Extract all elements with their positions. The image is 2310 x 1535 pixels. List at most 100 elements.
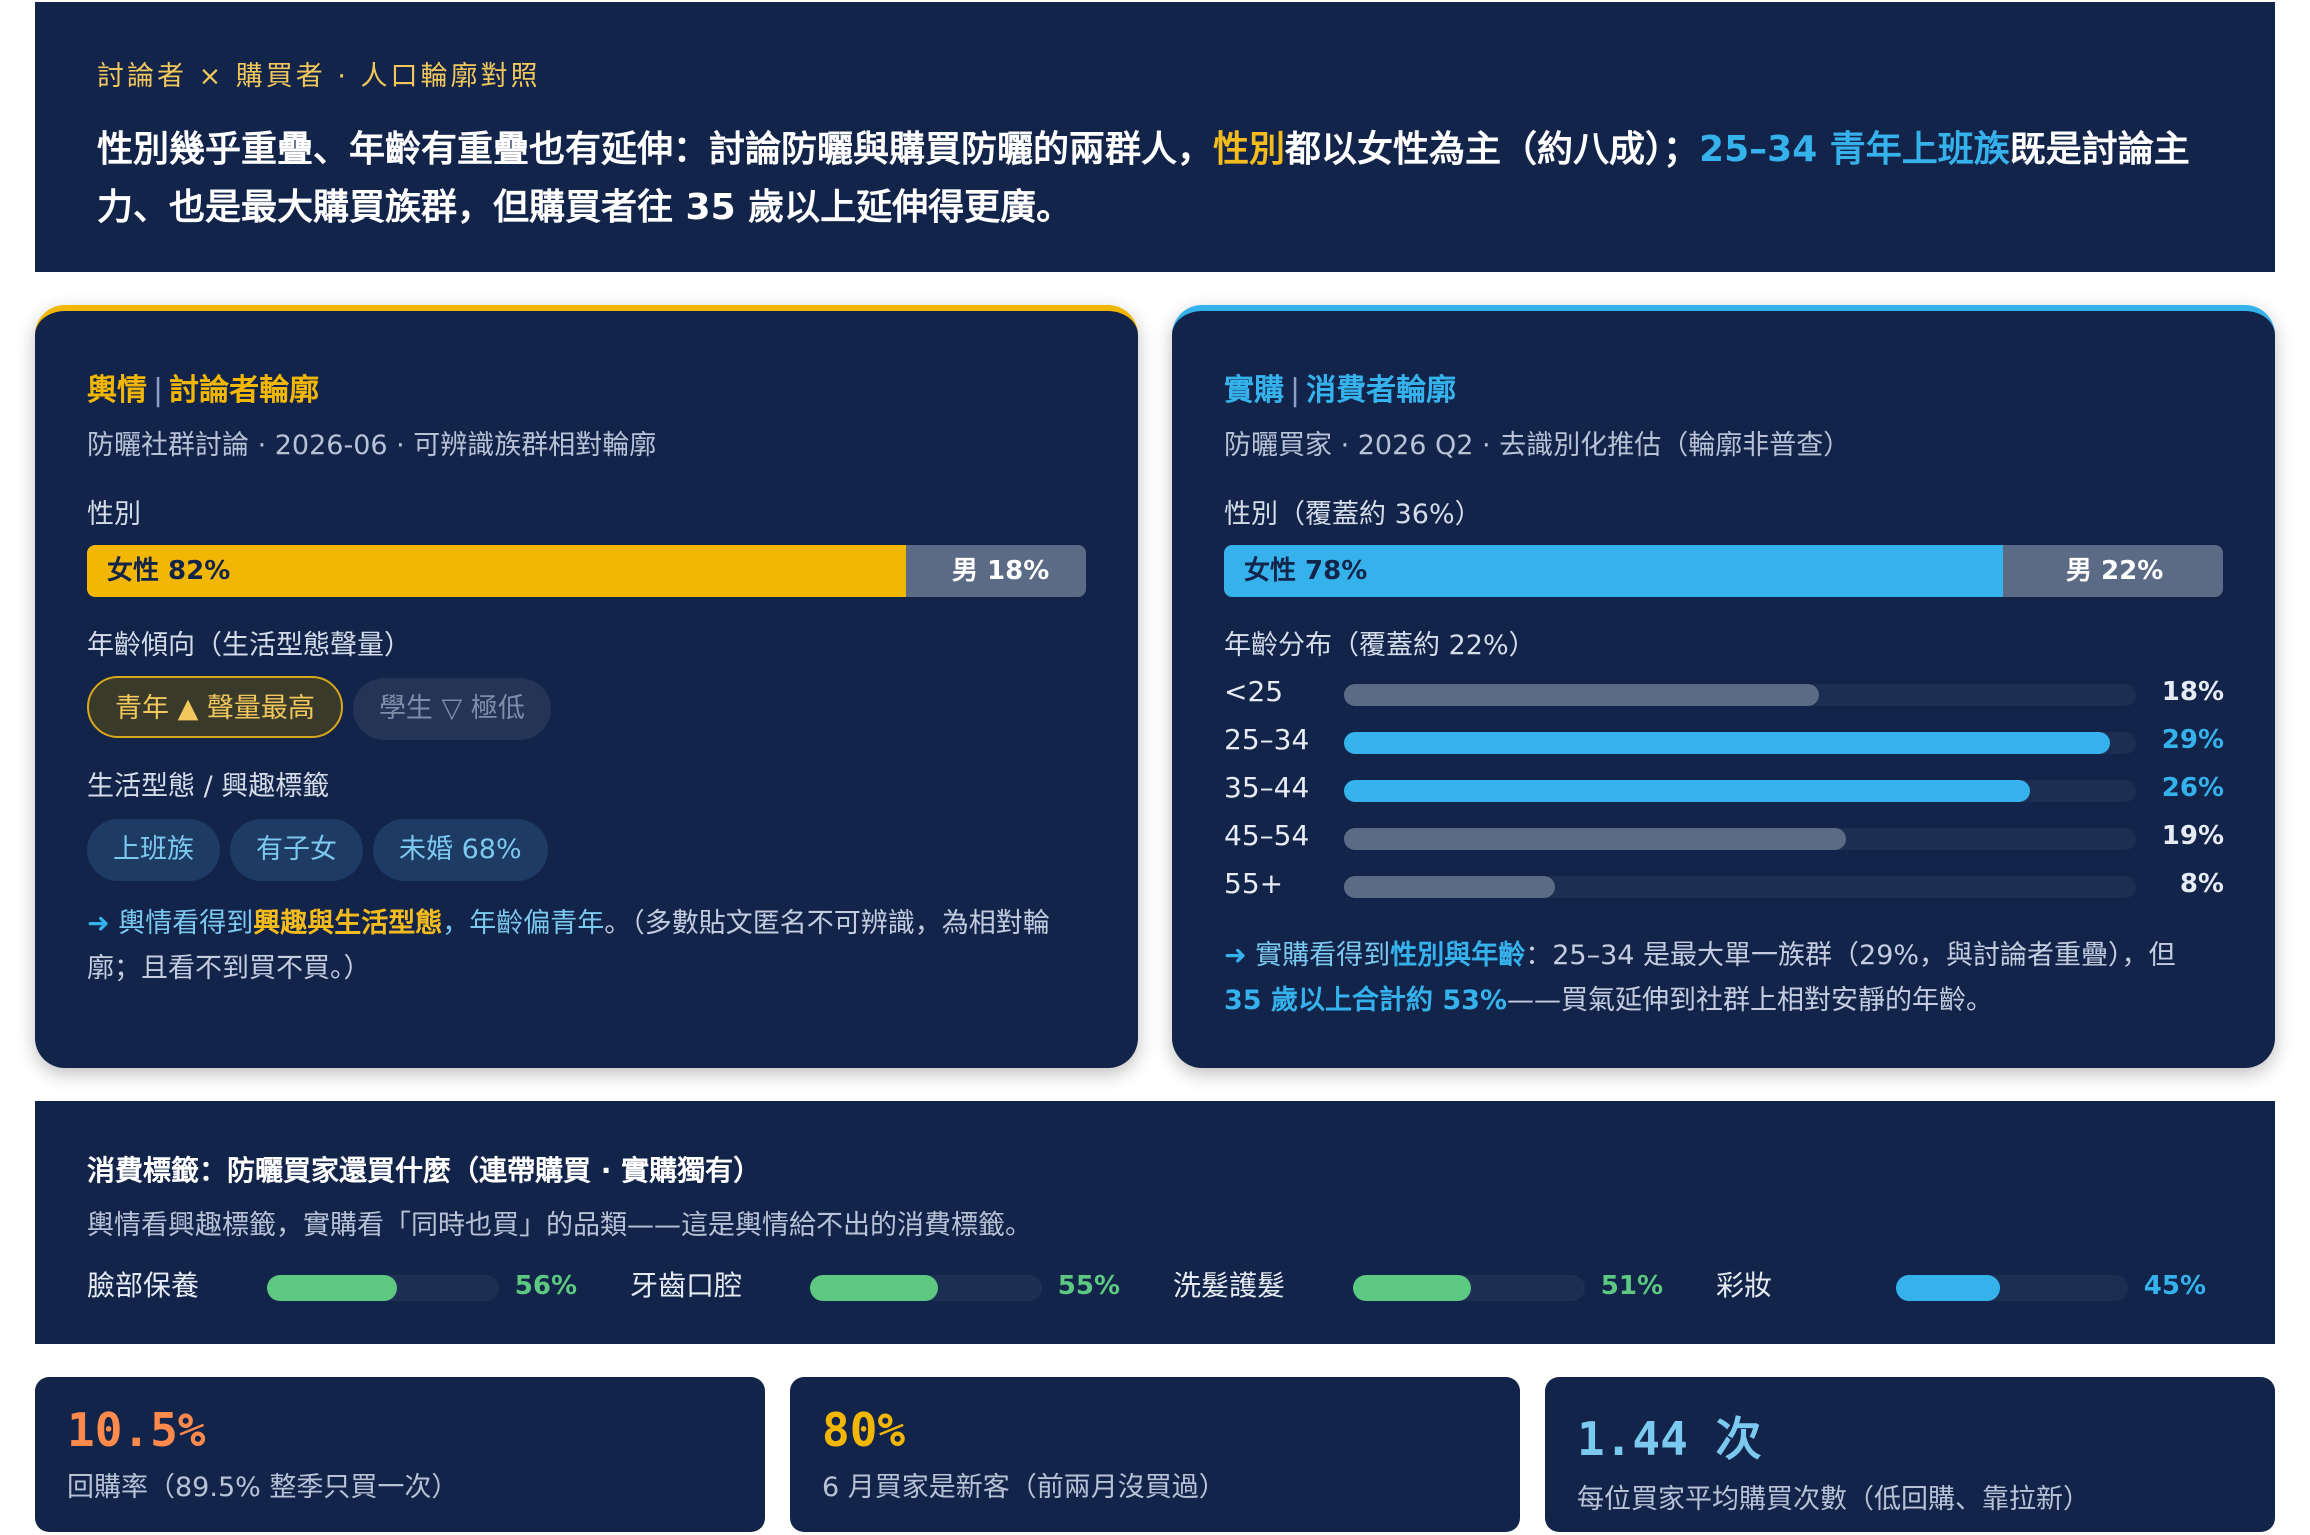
consumption-tag: 洗髮護髮 51% bbox=[1173, 1266, 1673, 1306]
age-category-label: 45–54 bbox=[1224, 819, 1310, 852]
tag-unmarried: 未婚 68% bbox=[373, 819, 548, 881]
consumption-track bbox=[810, 1275, 1042, 1301]
headline-part-2: 都以女性為主（約八成）； bbox=[1285, 129, 1700, 170]
kpi-description: 每位買家平均購買次數（低回購、靠拉新） bbox=[1577, 1484, 2090, 1515]
card-subtitle: 防曬買家 · 2026 Q2 · 去識別化推估（輪廓非普查） bbox=[1224, 430, 1851, 461]
age-tendency-label: 年齡傾向（生活型態聲量） bbox=[87, 630, 411, 661]
lifestyle-tags: 上班族 有子女 未婚 68% bbox=[87, 819, 1086, 881]
header-kicker: 討論者 × 購買者 · 人口輪廓對照 bbox=[97, 61, 541, 92]
note-part-2: ，年齡偏青年 bbox=[442, 908, 605, 939]
consumption-category-label: 彩妝 bbox=[1716, 1269, 1773, 1302]
note-part-3: ——買氣延伸到社群上相對安靜的年齡。 bbox=[1507, 985, 1993, 1016]
consumption-track bbox=[267, 1275, 499, 1301]
card-title-separator: | bbox=[1290, 373, 1301, 408]
age-category-label: 55+ bbox=[1224, 867, 1284, 900]
age-category-label: 35–44 bbox=[1224, 771, 1310, 804]
card-title-source: 輿情 bbox=[87, 373, 147, 408]
age-value-label: 8% bbox=[2179, 869, 2224, 899]
consumption-track bbox=[1896, 1275, 2128, 1301]
card-title-name: 消費者輪廓 bbox=[1306, 373, 1457, 408]
discussion-profile-card: 輿情 | 討論者輪廓 防曬社群討論 · 2026-06 · 可辨識族群相對輪廓 性別… bbox=[35, 305, 1138, 1068]
headline-part-1: 性別幾乎重疊、年齡有重疊也有延伸：討論防曬與購買防曬的兩群人， bbox=[97, 129, 1214, 170]
consumption-value-label: 56% bbox=[514, 1271, 577, 1301]
kpi-description: 回購率（89.5% 整季只買一次） bbox=[67, 1472, 459, 1503]
card-subtitle: 防曬社群討論 · 2026-06 · 可辨識族群相對輪廓 bbox=[87, 430, 657, 461]
age-bar bbox=[1344, 732, 2110, 754]
note-highlight: 興趣與生活型態 bbox=[253, 908, 443, 939]
age-bar bbox=[1344, 684, 1820, 706]
consumption-value-label: 55% bbox=[1057, 1271, 1120, 1301]
card-title-name: 討論者輪廓 bbox=[169, 373, 320, 408]
age-row: 55+ 8% bbox=[1224, 864, 2224, 904]
consumption-bar bbox=[1353, 1275, 1472, 1301]
card-title-source: 實購 bbox=[1224, 373, 1284, 408]
kpi-card-new-customers: 80% 6 月買家是新客（前兩月沒買過） bbox=[790, 1377, 1520, 1532]
consumption-bar bbox=[810, 1275, 938, 1301]
consumption-category-label: 臉部保養 bbox=[87, 1269, 200, 1302]
consumer-profile-card: 實購 | 消費者輪廓 防曬買家 · 2026 Q2 · 去識別化推估（輪廓非普查） … bbox=[1172, 305, 2275, 1068]
consumption-tag: 牙齒口腔 55% bbox=[630, 1266, 1130, 1306]
age-track bbox=[1344, 684, 2136, 706]
gender-bar: 女性 82% 男 18% bbox=[87, 545, 1086, 597]
note-part-2: ：25–34 是最大單一族群（29%，與討論者重疊），但 bbox=[1525, 940, 2176, 971]
kpi-value: 10.5% bbox=[67, 1403, 206, 1457]
age-distribution-label: 年齡分布（覆蓋約 22%） bbox=[1224, 630, 1536, 661]
note-highlight-35plus: 35 歲以上合計約 53% bbox=[1224, 985, 1507, 1016]
kpi-value: 1.44 次 bbox=[1577, 1412, 1762, 1466]
consumption-value-label: 45% bbox=[2143, 1271, 2206, 1301]
consumption-track bbox=[1353, 1275, 1585, 1301]
gender-female-label: 女性 78% bbox=[1244, 556, 1368, 586]
consumption-bar bbox=[1896, 1275, 2001, 1301]
arrow-icon: ➜ bbox=[1224, 940, 1247, 971]
age-bar bbox=[1344, 876, 1556, 898]
headline-highlight-gender: 性別 bbox=[1213, 129, 1286, 170]
card-title: 輿情 | 討論者輪廓 bbox=[87, 365, 1086, 409]
note-part-1: 實購看得到 bbox=[1255, 940, 1391, 971]
age-row: 35–44 26% bbox=[1224, 768, 2224, 808]
age-track bbox=[1344, 780, 2136, 802]
header-headline: 性別幾乎重疊、年齡有重疊也有延伸：討論防曬與購買防曬的兩群人，性別都以女性為主（… bbox=[97, 121, 2213, 237]
age-track bbox=[1344, 828, 2136, 850]
note-highlight-gender-age: 性別與年齡 bbox=[1390, 940, 1526, 971]
age-pill-student: 學生 ▽ 極低 bbox=[352, 678, 551, 740]
gender-label: 性別 bbox=[87, 499, 141, 530]
consumption-tag: 臉部保養 56% bbox=[87, 1266, 587, 1306]
kpi-card-purchase-frequency: 1.44 次 每位買家平均購買次數（低回購、靠拉新） bbox=[1545, 1377, 2275, 1532]
age-value-label: 26% bbox=[2161, 773, 2224, 803]
age-pill-youth: 青年 ▲ 聲量最高 bbox=[87, 676, 343, 738]
note-part-1: 輿情看得到 bbox=[118, 908, 254, 939]
consumption-value-label: 51% bbox=[1600, 1271, 1663, 1301]
age-track bbox=[1344, 876, 2136, 898]
card-title: 實購 | 消費者輪廓 bbox=[1224, 365, 2223, 409]
consumption-tags-panel: 消費標籤：防曬買家還買什麼（連帶購買 · 實購獨有） 輿情看興趣標籤，實購看「同… bbox=[35, 1101, 2275, 1344]
gender-male-label: 男 18% bbox=[952, 556, 1050, 586]
age-bar bbox=[1344, 828, 1846, 850]
gender-male-label: 男 22% bbox=[2066, 556, 2164, 586]
consumption-tag: 彩妝 45% bbox=[1716, 1266, 2216, 1306]
consumption-category-label: 洗髮護髮 bbox=[1173, 1269, 1286, 1302]
age-category-label: 25–34 bbox=[1224, 723, 1310, 756]
consumption-title: 消費標籤：防曬買家還買什麼（連帶購買 · 實購獨有） bbox=[87, 1154, 762, 1187]
consumption-category-label: 牙齒口腔 bbox=[630, 1269, 743, 1302]
left-insight-note: ➜ 輿情看得到興趣與生活型態，年齡偏青年。（多數貼文匿名不可辨識，為相對輪廓；且… bbox=[87, 901, 1086, 991]
age-category-label: <25 bbox=[1224, 675, 1284, 708]
right-insight-note: ➜ 實購看得到性別與年齡：25–34 是最大單一族群（29%，與討論者重疊），但… bbox=[1224, 933, 2224, 1023]
headline-highlight-age: 25–34 青年上班族 bbox=[1699, 129, 2010, 170]
tag-has-children: 有子女 bbox=[230, 819, 363, 881]
kpi-value: 80% bbox=[822, 1403, 906, 1457]
tag-office-worker: 上班族 bbox=[87, 819, 220, 881]
age-value-label: 29% bbox=[2161, 725, 2224, 755]
gender-label: 性別（覆蓋約 36%） bbox=[1224, 499, 1482, 530]
age-row: <25 18% bbox=[1224, 672, 2224, 712]
consumption-subtitle: 輿情看興趣標籤，實購看「同時也買」的品類——這是輿情給不出的消費標籤。 bbox=[87, 1210, 1032, 1241]
summary-header: 討論者 × 購買者 · 人口輪廓對照 性別幾乎重疊、年齡有重疊也有延伸：討論防曬… bbox=[35, 2, 2275, 272]
age-row: 25–34 29% bbox=[1224, 720, 2224, 760]
age-bar bbox=[1344, 780, 2031, 802]
age-track bbox=[1344, 732, 2136, 754]
lifestyle-label: 生活型態 / 興趣標籤 bbox=[87, 771, 330, 802]
kpi-description: 6 月買家是新客（前兩月沒買過） bbox=[822, 1472, 1226, 1503]
gender-female-label: 女性 82% bbox=[107, 556, 231, 586]
age-row: 45–54 19% bbox=[1224, 816, 2224, 856]
age-value-label: 18% bbox=[2161, 677, 2224, 707]
kpi-card-repurchase-rate: 10.5% 回購率（89.5% 整季只買一次） bbox=[35, 1377, 765, 1532]
